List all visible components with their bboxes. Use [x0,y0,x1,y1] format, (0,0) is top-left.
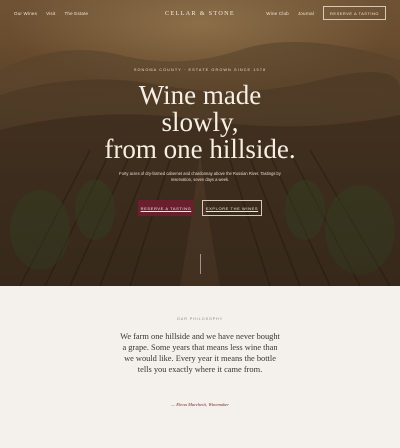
hero-eyebrow: SONOMA COUNTY · ESTATE GROWN SINCE 1978 [133,68,267,72]
headline-line-2: slowly, [161,107,239,137]
nav-left-links: Our Wines Visit The Estate [14,11,144,16]
hero-headline: Wine made slowly, from one hillside. [0,82,400,163]
reserve-tasting-button[interactable]: RESERVE A TASTING [138,200,194,216]
hero-lede: Forty acres of dry-farmed cabernet and c… [119,171,281,183]
nav-right-links: Wine Club Journal RESERVE A TASTING [256,6,386,20]
philosophy-quote: We farm one hillside and we have never b… [120,332,280,374]
brand-logo[interactable]: CELLAR & STONE [144,10,256,17]
philosophy-eyebrow: OUR PHILOSOPHY [176,317,224,321]
quote-attribution: — Elena Marchetti, Winemaker [170,402,229,407]
hero-button-row: RESERVE A TASTING EXPLORE THE WINES [0,200,400,216]
top-nav: Our Wines Visit The Estate CELLAR & STON… [0,0,400,26]
explore-wines-button[interactable]: EXPLORE THE WINES [202,200,262,216]
nav-reserve-button[interactable]: RESERVE A TASTING [323,6,386,20]
headline-line-3: from one hillside. [104,134,296,164]
nav-link-the-estate[interactable]: The Estate [64,11,88,16]
nav-link-our-wines[interactable]: Our Wines [14,11,37,16]
hero-section: Our Wines Visit The Estate CELLAR & STON… [0,0,400,286]
scroll-indicator [199,254,201,274]
philosophy-section: OUR PHILOSOPHY We farm one hillside and … [0,286,400,448]
nav-link-journal[interactable]: Journal [298,11,314,16]
headline-line-1: Wine made [138,80,262,110]
nav-link-wine-club[interactable]: Wine Club [266,11,289,16]
nav-link-visit[interactable]: Visit [46,11,55,16]
